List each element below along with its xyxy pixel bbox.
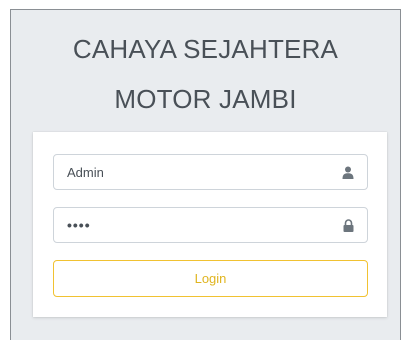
lock-icon: [333, 208, 363, 242]
password-value[interactable]: ••••: [54, 217, 333, 233]
brand-title-line2: MOTOR JAMBI: [114, 84, 297, 114]
username-field[interactable]: Admin: [53, 154, 368, 190]
login-card: Admin •••• Login: [33, 132, 387, 317]
brand-title-line1: CAHAYA SEJAHTERA: [72, 34, 339, 64]
password-field[interactable]: ••••: [53, 207, 368, 243]
login-page: CAHAYA SEJAHTERA MOTOR JAMBI Admin •••• …: [10, 9, 401, 340]
username-value[interactable]: Admin: [54, 165, 333, 180]
user-icon: [333, 155, 363, 189]
login-button[interactable]: Login: [53, 260, 368, 297]
